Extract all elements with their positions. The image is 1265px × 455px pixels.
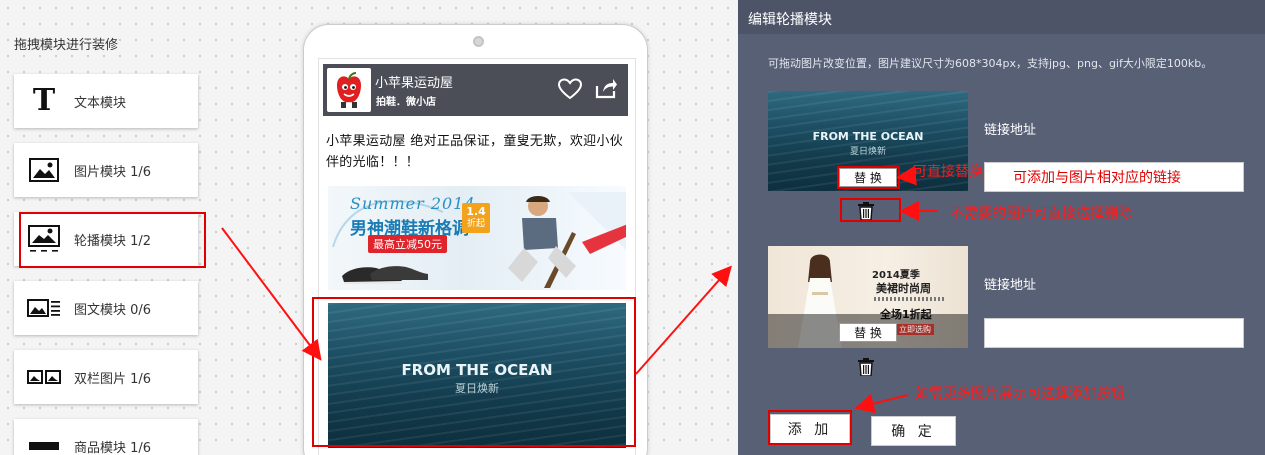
- slide-2-replace-button[interactable]: 替 换: [839, 323, 897, 342]
- arrow-replace: [896, 165, 917, 186]
- add-note: 如需更多图片展示可选择添加按钮: [915, 386, 1125, 402]
- delete-note: 不需要的图片可直接选择删除: [950, 206, 1132, 222]
- replace-note: 可直接替换: [913, 164, 983, 180]
- arrow-add: [854, 393, 909, 414]
- banner2-subtitle: 夏日焕新: [455, 382, 499, 395]
- slide-1-image-subtitle: 夏日焕新: [849, 147, 886, 157]
- slide-1-replace-button[interactable]: 替 换: [839, 168, 897, 187]
- banner2-title: FROM THE OCEAN: [401, 361, 553, 379]
- slide-1-image-title: FROM THE OCEAN: [812, 130, 924, 143]
